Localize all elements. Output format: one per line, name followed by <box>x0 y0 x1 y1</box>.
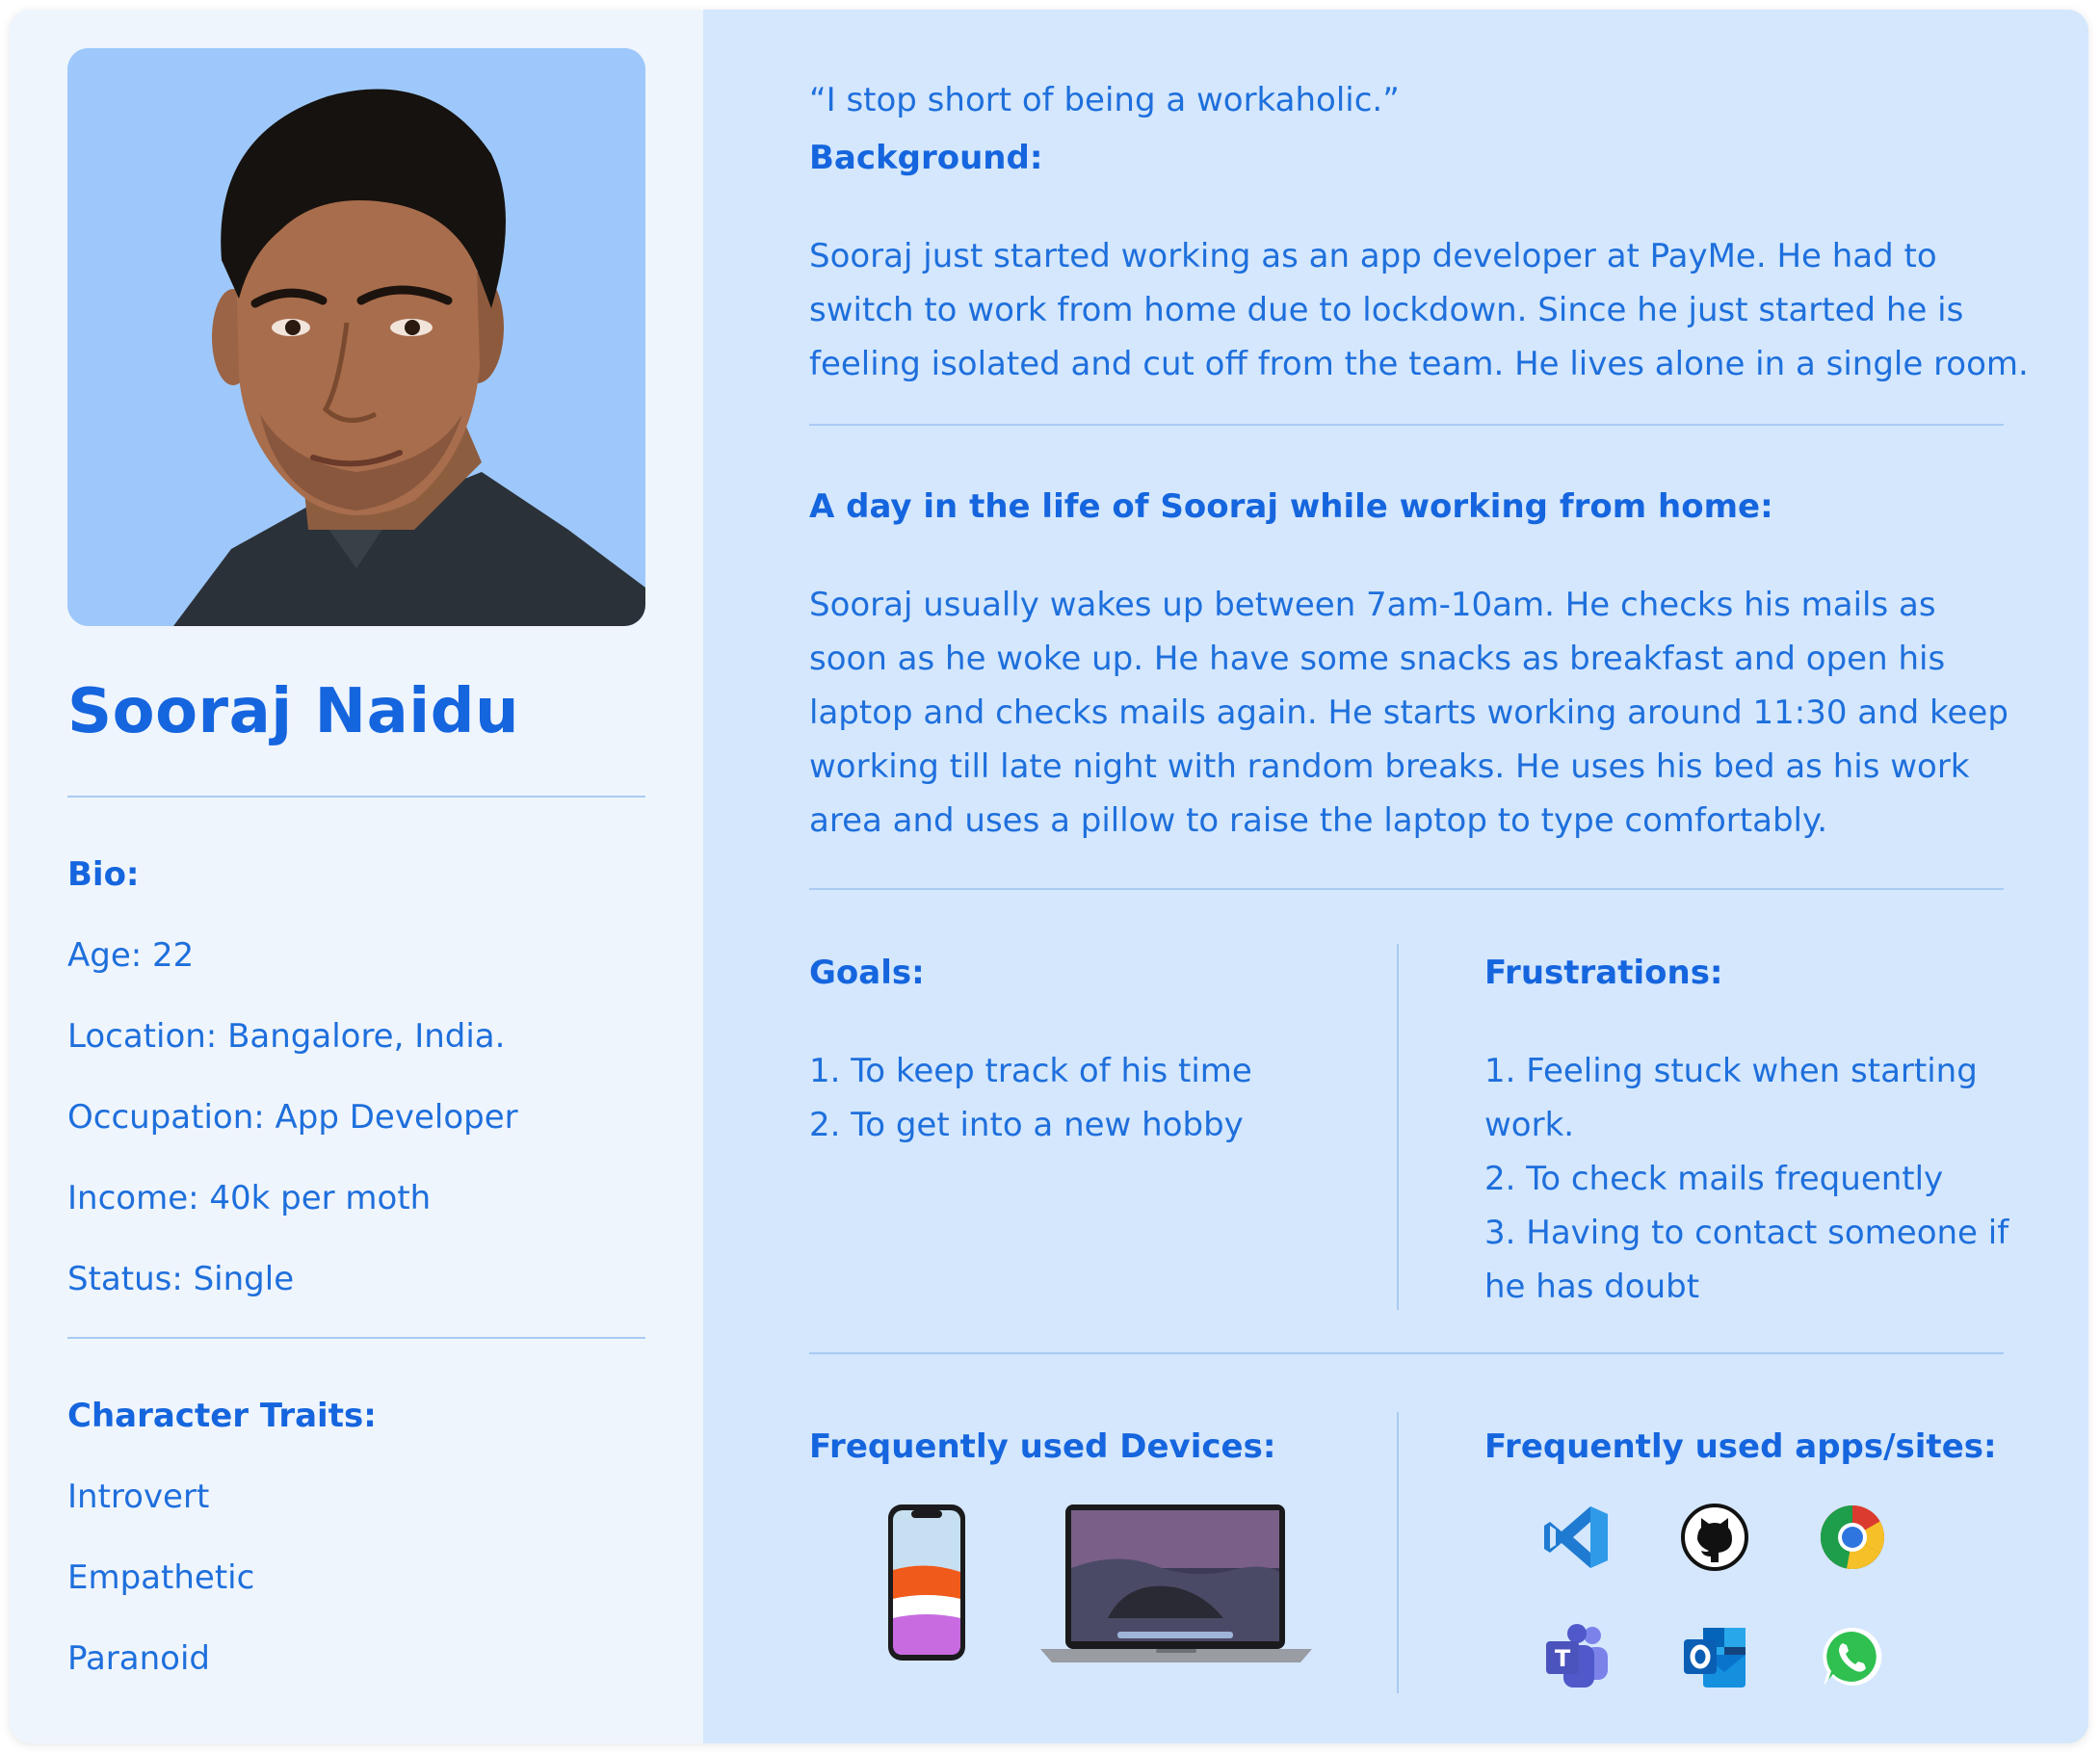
divider <box>67 796 645 798</box>
background-heading: Background: <box>809 139 1043 177</box>
bio-status: Status: Single <box>67 1260 295 1298</box>
divider <box>809 424 2004 426</box>
frustration-item: 3. Having to contact someone if he has d… <box>1484 1214 2009 1306</box>
bio-location: Location: Bangalore, India. <box>67 1017 506 1056</box>
traits-heading: Character Traits: <box>67 1397 377 1435</box>
iphone-icon <box>886 1503 967 1662</box>
macbook-icon <box>1040 1503 1312 1666</box>
divider <box>67 1337 645 1339</box>
goals-heading: Goals: <box>809 954 925 992</box>
day-text: Sooraj usually wakes up between 7am-10am… <box>809 586 2008 840</box>
day-heading: A day in the life of Sooraj while workin… <box>809 487 1773 526</box>
background-text: Sooraj just started working as an app de… <box>809 237 2029 383</box>
svg-text:T: T <box>1555 1645 1571 1672</box>
details-panel: “I stop short of being a workaholic.” Ba… <box>703 10 2088 1743</box>
goal-item: 2. To get into a new hobby <box>809 1106 1244 1144</box>
trait-item: Paranoid <box>67 1639 211 1678</box>
bio-heading: Bio: <box>67 855 140 894</box>
profile-photo <box>67 48 645 626</box>
apps-heading: Frequently used apps/sites: <box>1484 1427 1997 1466</box>
github-icon <box>1680 1503 1749 1572</box>
outlook-icon <box>1680 1622 1749 1691</box>
vscode-icon <box>1542 1503 1612 1572</box>
profile-panel: Sooraj Naidu Bio: Age: 22 Location: Bang… <box>10 10 703 1743</box>
bio-income: Income: 40k per moth <box>67 1179 432 1217</box>
divider <box>809 888 2004 890</box>
trait-item: Empathetic <box>67 1558 255 1597</box>
frustration-item: 2. To check mails frequently <box>1484 1160 1944 1198</box>
divider <box>809 1352 2004 1354</box>
column-divider <box>1397 1412 1399 1693</box>
frustrations-heading: Frustrations: <box>1484 954 1723 992</box>
goal-item: 1. To keep track of his time <box>809 1052 1252 1090</box>
persona-name: Sooraj Naidu <box>67 676 520 747</box>
teams-icon: T <box>1542 1622 1612 1691</box>
devices-heading: Frequently used Devices: <box>809 1427 1276 1466</box>
bio-occupation: Occupation: App Developer <box>67 1098 518 1137</box>
bio-age: Age: 22 <box>67 936 195 975</box>
persona-quote: “I stop short of being a workaholic.” <box>809 81 1400 119</box>
column-divider <box>1397 944 1399 1310</box>
chrome-icon <box>1818 1503 1887 1572</box>
frustration-item: 1. Feeling stuck when starting work. <box>1484 1052 1978 1144</box>
trait-item: Introvert <box>67 1478 210 1516</box>
whatsapp-icon <box>1818 1622 1887 1691</box>
persona-card: Sooraj Naidu Bio: Age: 22 Location: Bang… <box>10 10 2088 1743</box>
